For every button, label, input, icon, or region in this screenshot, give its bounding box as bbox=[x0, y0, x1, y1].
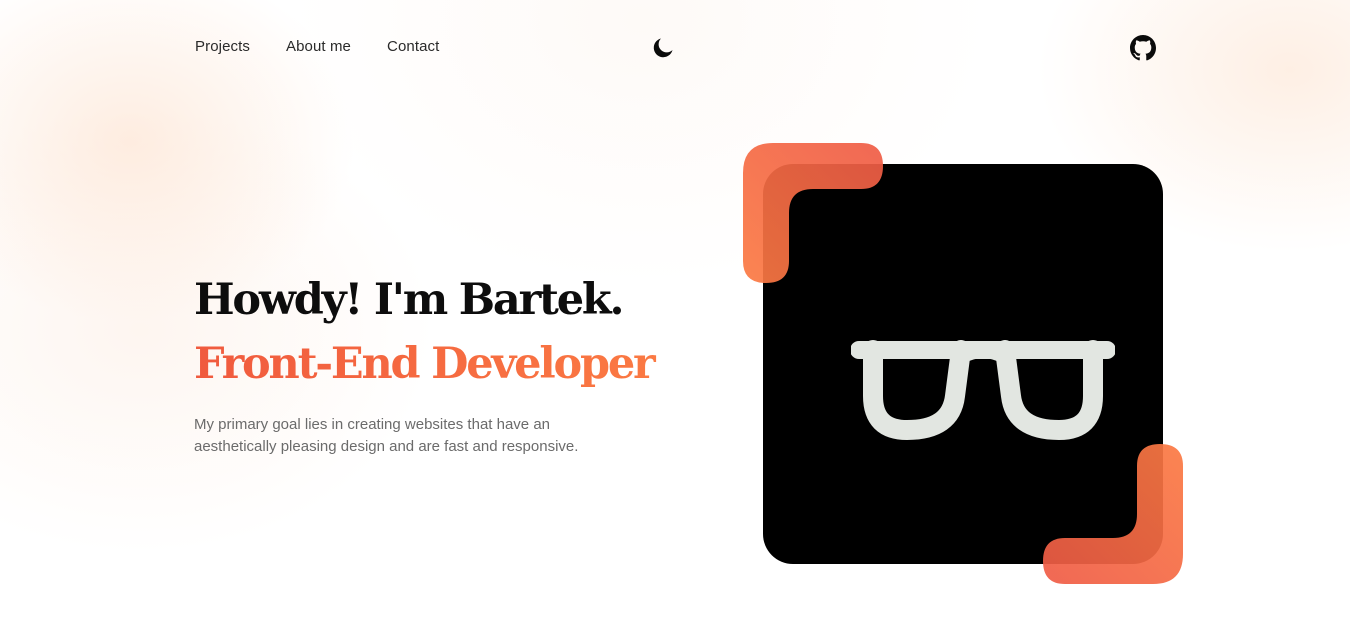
nav-link-projects[interactable]: Projects bbox=[195, 38, 250, 55]
theme-toggle-button[interactable] bbox=[650, 35, 676, 61]
hero-title: Howdy! I'm Bartek. bbox=[194, 275, 624, 325]
github-link[interactable] bbox=[1130, 35, 1156, 61]
github-icon bbox=[1130, 35, 1156, 61]
corner-accent-top-left bbox=[743, 143, 883, 283]
top-navigation: Projects About me Contact bbox=[0, 0, 1350, 94]
hero-section: Howdy! I'm Bartek. Front-End Developer M… bbox=[194, 272, 664, 458]
hero-description: My primary goal lies in creating website… bbox=[194, 416, 579, 455]
nav-links: Projects About me Contact bbox=[195, 38, 439, 55]
glasses-icon bbox=[851, 340, 1115, 440]
avatar-frame bbox=[743, 143, 1183, 584]
nav-link-contact[interactable]: Contact bbox=[387, 38, 439, 55]
corner-accent-bottom-right bbox=[1043, 444, 1183, 584]
hero-subtitle: Front-End Developer bbox=[194, 336, 664, 392]
nav-link-about-me[interactable]: About me bbox=[286, 38, 351, 55]
moon-icon bbox=[653, 38, 673, 58]
